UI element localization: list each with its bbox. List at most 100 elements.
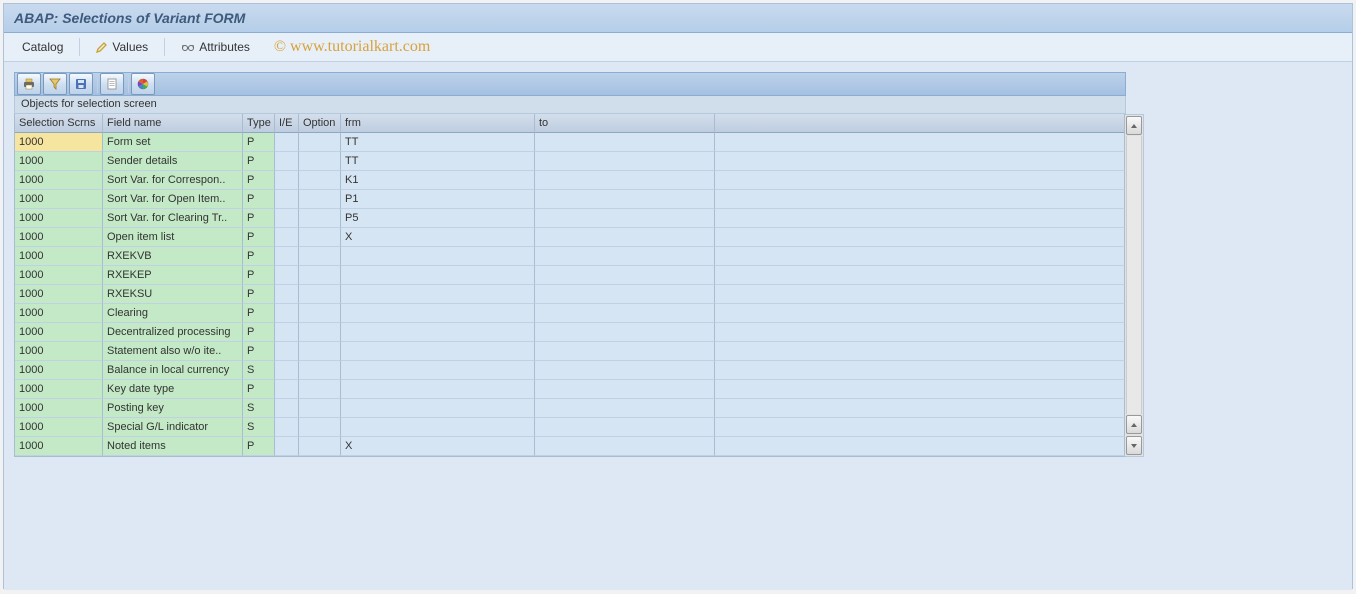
table-row[interactable]: 1000Special G/L indicatorS <box>15 418 1125 437</box>
scroll-track[interactable] <box>1126 136 1142 414</box>
cell-field-name[interactable]: Special G/L indicator <box>103 418 243 437</box>
cell-to[interactable] <box>535 209 715 228</box>
cell-option[interactable] <box>299 304 341 323</box>
cell-selection-scrn[interactable]: 1000 <box>15 209 103 228</box>
cell-selection-scrn[interactable]: 1000 <box>15 380 103 399</box>
cell-to[interactable] <box>535 190 715 209</box>
cell-frm[interactable]: TT <box>341 152 535 171</box>
col-header-to[interactable]: to <box>535 114 715 133</box>
cell-field-name[interactable]: Sort Var. for Correspon.. <box>103 171 243 190</box>
cell-field-name[interactable]: Sort Var. for Clearing Tr.. <box>103 209 243 228</box>
cell-to[interactable] <box>535 247 715 266</box>
table-row[interactable]: 1000Statement also w/o ite..P <box>15 342 1125 361</box>
scroll-down-button[interactable] <box>1126 436 1142 455</box>
cell-ie[interactable] <box>275 209 299 228</box>
cell-frm[interactable] <box>341 380 535 399</box>
cell-to[interactable] <box>535 304 715 323</box>
cell-option[interactable] <box>299 380 341 399</box>
cell-type[interactable]: P <box>243 152 275 171</box>
cell-frm[interactable]: TT <box>341 133 535 152</box>
scroll-up-button[interactable] <box>1126 116 1142 135</box>
table-row[interactable]: 1000Form setPTT <box>15 133 1125 152</box>
cell-field-name[interactable]: Decentralized processing <box>103 323 243 342</box>
cell-frm[interactable] <box>341 323 535 342</box>
cell-option[interactable] <box>299 285 341 304</box>
cell-ie[interactable] <box>275 361 299 380</box>
cell-option[interactable] <box>299 133 341 152</box>
cell-ie[interactable] <box>275 399 299 418</box>
cell-to[interactable] <box>535 361 715 380</box>
table-row[interactable]: 1000RXEKVBP <box>15 247 1125 266</box>
print-button[interactable] <box>17 73 41 95</box>
cell-to[interactable] <box>535 399 715 418</box>
cell-option[interactable] <box>299 152 341 171</box>
cell-to[interactable] <box>535 228 715 247</box>
color-button[interactable] <box>131 73 155 95</box>
cell-ie[interactable] <box>275 285 299 304</box>
table-row[interactable]: 1000Sort Var. for Open Item..PP1 <box>15 190 1125 209</box>
cell-ie[interactable] <box>275 133 299 152</box>
cell-ie[interactable] <box>275 266 299 285</box>
cell-field-name[interactable]: Posting key <box>103 399 243 418</box>
cell-field-name[interactable]: RXEKEP <box>103 266 243 285</box>
cell-field-name[interactable]: Balance in local currency <box>103 361 243 380</box>
cell-field-name[interactable]: Form set <box>103 133 243 152</box>
cell-type[interactable]: P <box>243 228 275 247</box>
cell-type[interactable]: S <box>243 418 275 437</box>
cell-to[interactable] <box>535 152 715 171</box>
table-row[interactable]: 1000ClearingP <box>15 304 1125 323</box>
cell-option[interactable] <box>299 399 341 418</box>
scroll-up-step-button[interactable] <box>1126 415 1142 434</box>
cell-option[interactable] <box>299 190 341 209</box>
cell-frm[interactable] <box>341 418 535 437</box>
cell-to[interactable] <box>535 323 715 342</box>
cell-frm[interactable] <box>341 266 535 285</box>
cell-frm[interactable] <box>341 304 535 323</box>
values-button[interactable]: Values <box>92 38 152 56</box>
cell-field-name[interactable]: RXEKSU <box>103 285 243 304</box>
cell-to[interactable] <box>535 437 715 456</box>
cell-selection-scrn[interactable]: 1000 <box>15 342 103 361</box>
catalog-button[interactable]: Catalog <box>18 38 67 56</box>
cell-ie[interactable] <box>275 323 299 342</box>
cell-field-name[interactable]: Sender details <box>103 152 243 171</box>
cell-selection-scrn[interactable]: 1000 <box>15 399 103 418</box>
page-button[interactable] <box>100 73 124 95</box>
table-row[interactable]: 1000Open item listPX <box>15 228 1125 247</box>
cell-frm[interactable]: X <box>341 228 535 247</box>
cell-ie[interactable] <box>275 190 299 209</box>
col-header-ie[interactable]: I/E <box>275 114 299 133</box>
cell-type[interactable]: S <box>243 399 275 418</box>
cell-frm[interactable]: K1 <box>341 171 535 190</box>
cell-selection-scrn[interactable]: 1000 <box>15 228 103 247</box>
cell-selection-scrn[interactable]: 1000 <box>15 190 103 209</box>
cell-frm[interactable] <box>341 247 535 266</box>
cell-selection-scrn[interactable]: 1000 <box>15 418 103 437</box>
cell-selection-scrn[interactable]: 1000 <box>15 247 103 266</box>
table-row[interactable]: 1000Sender detailsP TT <box>15 152 1125 171</box>
cell-option[interactable] <box>299 418 341 437</box>
cell-field-name[interactable]: Sort Var. for Open Item.. <box>103 190 243 209</box>
cell-to[interactable] <box>535 133 715 152</box>
cell-type[interactable]: P <box>243 304 275 323</box>
cell-type[interactable]: P <box>243 247 275 266</box>
cell-frm[interactable]: P5 <box>341 209 535 228</box>
cell-selection-scrn[interactable]: 1000 <box>15 437 103 456</box>
cell-frm[interactable] <box>341 399 535 418</box>
cell-type[interactable]: P <box>243 209 275 228</box>
cell-selection-scrn[interactable]: 1000 <box>15 133 103 152</box>
cell-ie[interactable] <box>275 418 299 437</box>
cell-ie[interactable] <box>275 342 299 361</box>
cell-selection-scrn[interactable]: 1000 <box>15 266 103 285</box>
cell-to[interactable] <box>535 380 715 399</box>
cell-to[interactable] <box>535 285 715 304</box>
cell-field-name[interactable]: Statement also w/o ite.. <box>103 342 243 361</box>
cell-to[interactable] <box>535 171 715 190</box>
cell-selection-scrn[interactable]: 1000 <box>15 152 103 171</box>
table-row[interactable]: 1000Posting keyS <box>15 399 1125 418</box>
cell-ie[interactable] <box>275 171 299 190</box>
cell-selection-scrn[interactable]: 1000 <box>15 361 103 380</box>
cell-selection-scrn[interactable]: 1000 <box>15 304 103 323</box>
table-row[interactable]: 1000Decentralized processingP <box>15 323 1125 342</box>
col-header-type[interactable]: Type <box>243 114 275 133</box>
